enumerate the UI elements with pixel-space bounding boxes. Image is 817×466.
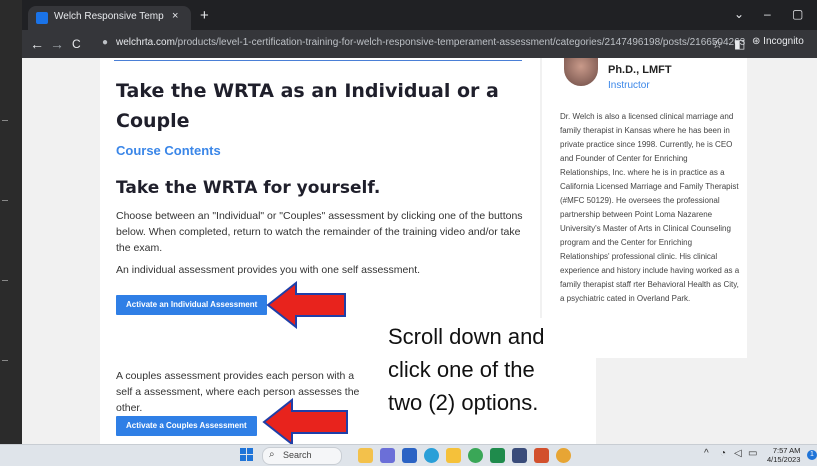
- tab-bar: Welch Responsive Temperament × + ⌄ – ▢: [22, 0, 817, 30]
- incognito-label: Incognito: [763, 36, 804, 47]
- course-contents-link[interactable]: Course Contents: [116, 143, 221, 158]
- page-title: Take the WRTA as an Individual or a Coup…: [116, 80, 499, 132]
- edge-icon[interactable]: [424, 448, 439, 463]
- activate-couples-button[interactable]: Activate a Couples Assessment: [116, 416, 257, 436]
- close-tab-icon[interactable]: ×: [172, 10, 178, 22]
- site-favicon-icon: [36, 12, 48, 24]
- tab-title: Welch Responsive Temperament: [54, 11, 164, 22]
- notification-badge[interactable]: 1: [807, 450, 817, 460]
- strip-mark: [2, 360, 8, 361]
- section-heading: Take the WRTA for yourself.: [116, 178, 381, 198]
- incognito-indicator[interactable]: ⊛ Incognito: [752, 36, 804, 47]
- teams-icon[interactable]: [380, 448, 395, 463]
- tab-search-icon[interactable]: ⌄: [734, 7, 744, 21]
- battery-icon[interactable]: ▭: [748, 448, 757, 459]
- strip-mark: [2, 120, 8, 121]
- instructor-card: Ph.D., LMFT Instructor Dr. Welch is also…: [542, 58, 747, 358]
- browser-tab[interactable]: Welch Responsive Temperament ×: [28, 6, 191, 30]
- new-tab-button[interactable]: +: [200, 7, 209, 24]
- url-text: welchrta.com/products/level-1-certificat…: [116, 37, 745, 48]
- clock-date: 4/15/2023: [767, 455, 801, 464]
- divider: [114, 60, 522, 61]
- snipping-tool-icon[interactable]: [512, 448, 527, 463]
- arrow-couples-icon: [262, 398, 348, 446]
- side-panel-icon[interactable]: ◧: [734, 37, 745, 51]
- maximize-button[interactable]: ▢: [792, 7, 803, 21]
- powerpoint-icon[interactable]: [534, 448, 549, 463]
- windows-taskbar: ⌕ Search ^ ◔ ◁ ▭ 7:57 AM 4/15/2023 1: [0, 444, 817, 466]
- incognito-icon: ⊛: [752, 36, 761, 47]
- strip-mark: [2, 200, 8, 201]
- instructor-name: Ph.D., LMFT: [608, 64, 672, 76]
- individual-description: An individual assessment provides you wi…: [116, 264, 421, 276]
- reload-button[interactable]: C: [72, 37, 81, 51]
- arrow-individual-icon: [266, 281, 346, 329]
- instructor-bio: Dr. Welch is also a licensed clinical ma…: [560, 112, 740, 303]
- lock-icon: ●: [102, 37, 109, 48]
- address-bar[interactable]: ● welchrta.com/products/level-1-certific…: [98, 33, 745, 55]
- minimize-button[interactable]: –: [764, 7, 771, 21]
- tray-chevron-icon[interactable]: ^: [704, 448, 709, 459]
- strip-mark: [2, 280, 8, 281]
- instructions-text: Choose between an "Individual" or "Coupl…: [116, 210, 523, 254]
- instruction-callout: Scroll down and click one of the two (2)…: [368, 318, 596, 448]
- callout-line-3: two (2) options.: [388, 390, 539, 415]
- instructor-role: Instructor: [608, 80, 650, 91]
- windows-start-icon[interactable]: [240, 448, 254, 462]
- left-app-strip: [0, 0, 22, 465]
- widgets-icon[interactable]: [358, 448, 373, 463]
- search-icon: ⌕: [269, 449, 275, 460]
- bookmark-star-icon[interactable]: ☆: [712, 37, 723, 51]
- chrome-icon[interactable]: [468, 448, 483, 463]
- url-domain: welchrta.com: [116, 37, 175, 48]
- browser-toolbar: ← → C ● welchrta.com/products/level-1-ce…: [22, 30, 817, 58]
- instructor-avatar: [564, 58, 598, 86]
- file-explorer-icon[interactable]: [446, 448, 461, 463]
- chrome-canary-icon[interactable]: [556, 448, 571, 463]
- callout-line-2: click one of the: [388, 357, 535, 382]
- excel-icon[interactable]: [490, 448, 505, 463]
- search-label: Search: [283, 450, 312, 460]
- taskbar-clock[interactable]: 7:57 AM 4/15/2023: [767, 446, 800, 464]
- callout-text: Scroll down and click one of the two (2)…: [388, 320, 545, 419]
- word-icon[interactable]: [402, 448, 417, 463]
- callout-line-1: Scroll down and: [388, 324, 545, 349]
- forward-button[interactable]: →: [50, 36, 64, 52]
- url-path: /products/level-1-certification-training…: [174, 37, 746, 48]
- volume-icon[interactable]: ◁: [734, 448, 742, 459]
- taskbar-search[interactable]: ⌕ Search: [262, 447, 342, 465]
- wifi-icon[interactable]: ◔: [720, 448, 726, 459]
- clock-time: 7:57 AM: [772, 446, 801, 455]
- activate-individual-button[interactable]: Activate an Individual Assessment: [116, 295, 268, 315]
- back-button[interactable]: ←: [30, 36, 44, 52]
